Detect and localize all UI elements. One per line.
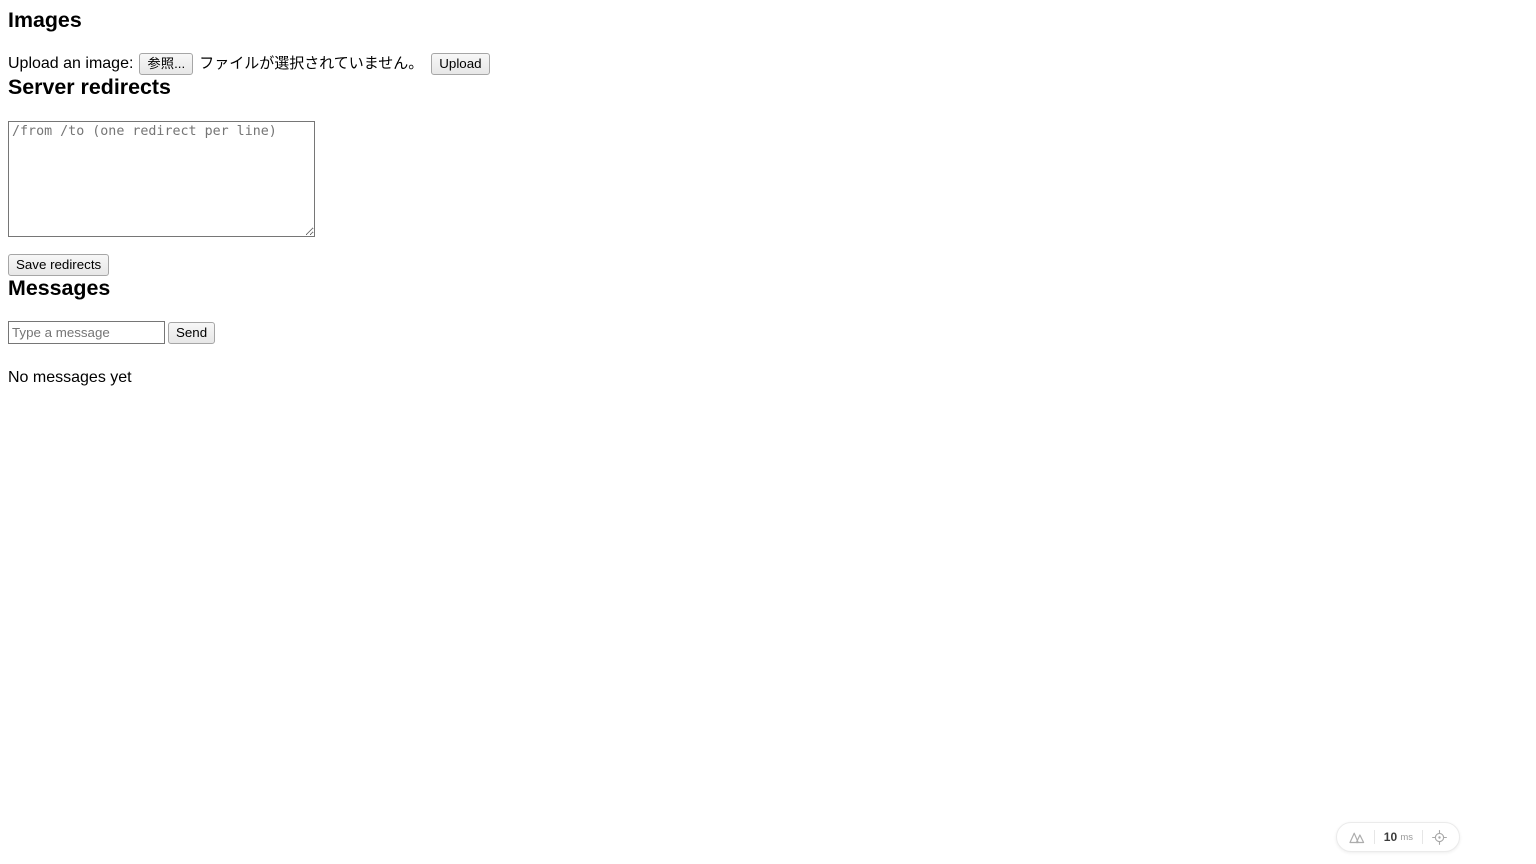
file-input[interactable]: 参照... ファイルが選択されていません。 — [139, 53, 431, 75]
images-section: Images Upload an image: 参照... ファイルが選択されて… — [8, 8, 1528, 75]
upload-button[interactable]: Upload — [431, 53, 490, 75]
send-message-button[interactable]: Send — [168, 321, 216, 344]
devtools-badge[interactable]: 10 ms — [1335, 822, 1460, 852]
message-input[interactable] — [8, 321, 165, 344]
render-time-value: 10 — [1383, 830, 1398, 844]
redirects-textarea[interactable] — [8, 121, 315, 237]
crosshair-icon — [1432, 829, 1447, 845]
server-redirects-section: Server redirects Save redirects — [8, 75, 1528, 276]
upload-label: Upload an image: — [8, 55, 134, 72]
devtools-inspector-button[interactable] — [1423, 823, 1456, 851]
upload-row: Upload an image: 参照... ファイルが選択されていません。 U… — [8, 53, 1528, 75]
nextjs-logo-icon — [1349, 831, 1365, 844]
file-status-text: ファイルが選択されていません。 — [199, 55, 424, 72]
save-redirects-row: Save redirects — [8, 254, 1528, 276]
save-redirects-button[interactable]: Save redirects — [8, 254, 110, 276]
page-root: Images Upload an image: 参照... ファイルが選択されて… — [0, 0, 1536, 395]
messages-empty-state: No messages yet — [8, 369, 132, 386]
images-heading: Images — [8, 8, 82, 32]
messages-section: Messages Send No messages yet — [8, 276, 1528, 387]
devtools-logo-button[interactable] — [1340, 823, 1374, 851]
file-browse-button[interactable]: 参照... — [139, 53, 194, 75]
render-time-unit: ms — [1400, 831, 1413, 843]
messages-heading: Messages — [8, 276, 111, 300]
server-redirects-heading: Server redirects — [8, 75, 171, 99]
message-compose-row: Send — [8, 321, 1528, 344]
devtools-render-time[interactable]: 10 ms — [1375, 823, 1422, 851]
